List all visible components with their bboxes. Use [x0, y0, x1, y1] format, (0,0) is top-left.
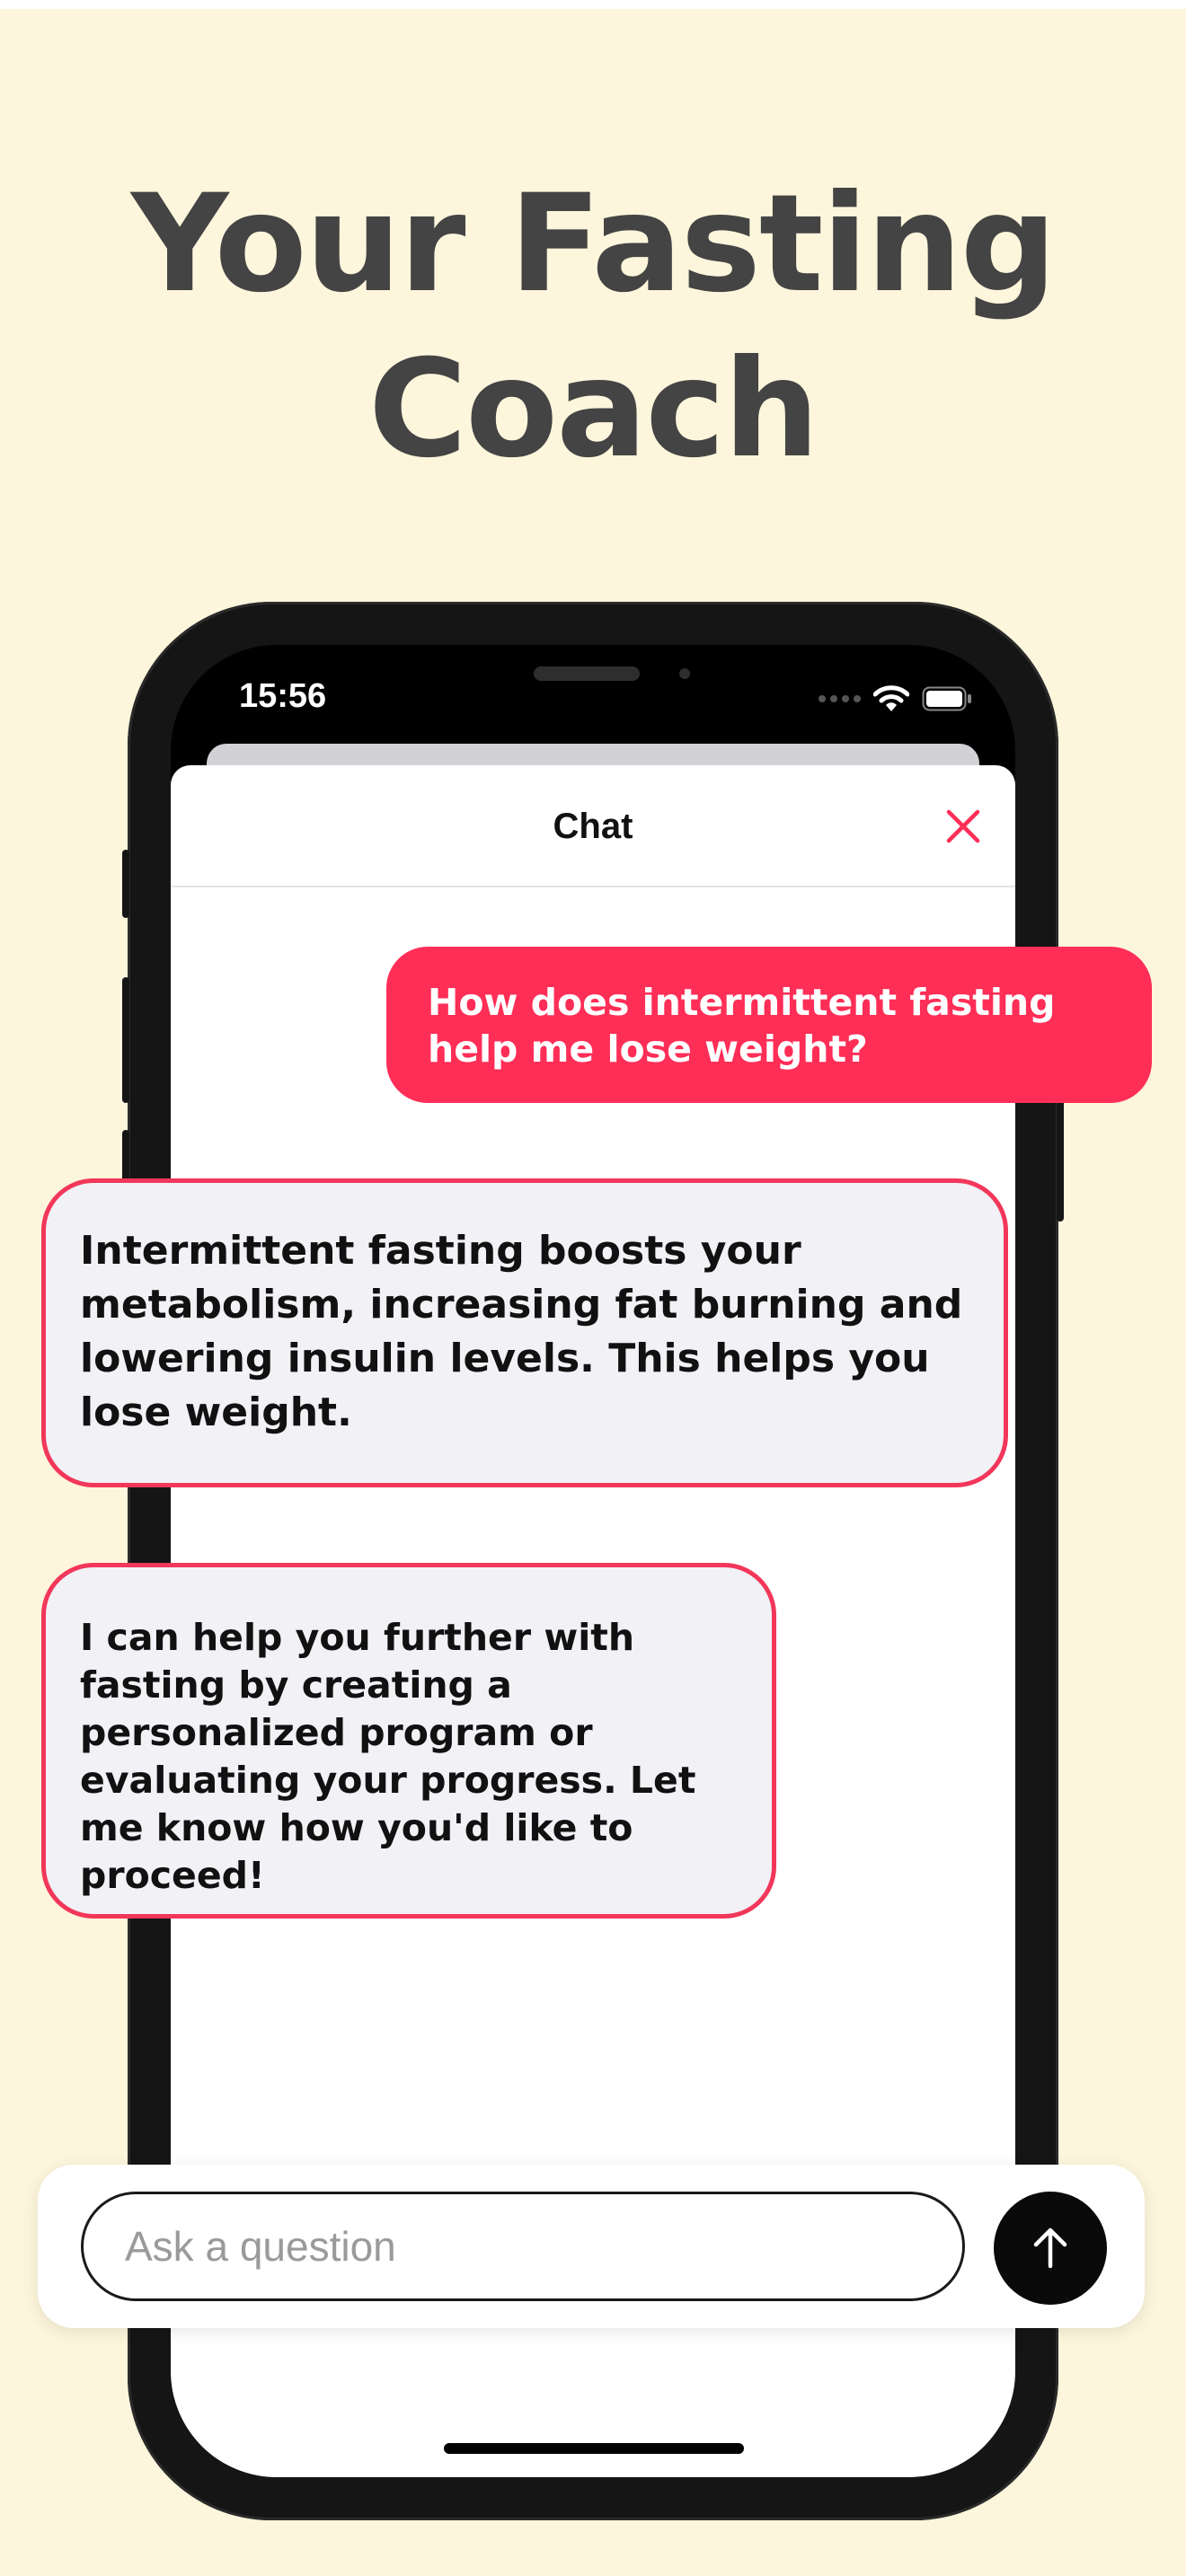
user-message-bubble: How does intermittent fasting help me lo… — [386, 947, 1152, 1103]
send-button[interactable] — [994, 2192, 1107, 2305]
close-button[interactable] — [942, 805, 985, 848]
assistant-message-bubble: I can help you further with fasting by c… — [41, 1563, 776, 1919]
notch — [406, 645, 780, 717]
composer-bar — [38, 2165, 1145, 2328]
chat-title: Chat — [553, 807, 633, 846]
signal-dots-icon — [819, 695, 861, 702]
phone-silent-switch — [122, 850, 129, 918]
speaker — [534, 666, 640, 681]
arrow-up-icon — [1033, 2228, 1067, 2269]
page-headline: Your Fasting Coach — [0, 162, 1186, 492]
status-icons — [819, 681, 972, 717]
phone-volume-up — [122, 977, 129, 1103]
top-strip — [0, 0, 1186, 9]
battery-icon — [922, 686, 971, 711]
headline-line-1: Your Fasting — [130, 166, 1057, 322]
chat-header: Chat — [171, 765, 1015, 887]
question-input[interactable] — [81, 2192, 965, 2301]
camera — [679, 668, 690, 679]
headline-line-2: Coach — [367, 331, 819, 488]
status-time: 15:56 — [239, 677, 327, 715]
assistant-message-bubble: Intermittent fasting boosts your metabol… — [41, 1178, 1008, 1487]
close-icon — [946, 809, 980, 843]
wifi-icon — [873, 685, 909, 711]
home-indicator — [444, 2443, 744, 2454]
